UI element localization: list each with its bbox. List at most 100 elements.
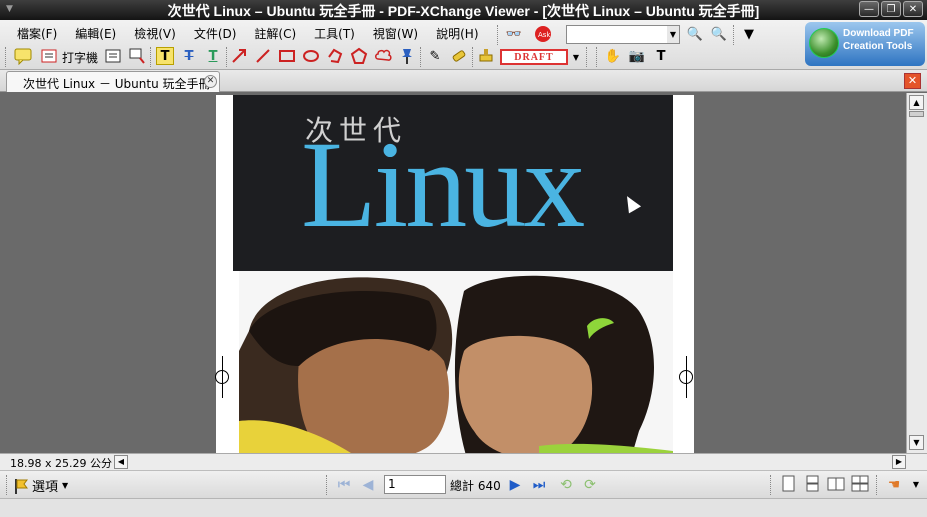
annotation-toolbar: 打字機 T T T ✎ ▼ ✋ 📷 T: [0, 45, 800, 69]
toolbar-grip[interactable]: [586, 47, 589, 67]
toolbar-grip[interactable]: [150, 47, 153, 67]
continuous-facing-icon[interactable]: [850, 475, 870, 495]
rectangle-tool-icon[interactable]: [278, 47, 296, 65]
line-tool-icon[interactable]: [254, 47, 272, 65]
crosshair-right-line: [686, 356, 687, 398]
crosshair-left-line: [222, 356, 223, 398]
bottom-status-strip: [0, 498, 927, 517]
globe-download-icon: [809, 28, 839, 58]
callout-icon[interactable]: [128, 47, 146, 65]
window-controls: — ❐ ✕: [859, 1, 923, 17]
select-text-icon[interactable]: T: [652, 47, 670, 65]
polygon-tool-icon[interactable]: [350, 47, 368, 65]
close-tab-icon[interactable]: ✕: [204, 75, 217, 88]
next-page-icon[interactable]: ▶: [505, 475, 525, 495]
facing-pages-icon[interactable]: [826, 475, 846, 495]
stamp-tool-icon[interactable]: [477, 47, 495, 65]
page-number-input[interactable]: 1: [384, 475, 446, 494]
close-document-button[interactable]: ✕: [904, 73, 921, 89]
options-button[interactable]: 選項 ▼: [14, 476, 68, 495]
document-tab-label: 次世代 Linux － Ubuntu 玩全手冊: [23, 77, 211, 91]
toolbar-grip[interactable]: [326, 475, 329, 495]
chevron-down-icon: ▼: [62, 481, 69, 490]
toolbar-grip[interactable]: [876, 475, 879, 495]
go-back-icon[interactable]: ⟲: [556, 475, 576, 495]
menu-document[interactable]: 文件(D): [185, 23, 246, 43]
navigation-toolbar: 選項 ▼ ⏮ ◀ 1 總計 640 ▶ ⏭ ⟲ ⟳ ☚ ▼: [0, 470, 927, 498]
minimize-button[interactable]: —: [859, 1, 879, 17]
menu-view[interactable]: 檢視(V): [125, 23, 185, 43]
sticky-note-icon[interactable]: [14, 47, 32, 65]
toolbar-grip[interactable]: [472, 47, 475, 67]
scroll-thumb[interactable]: [909, 111, 924, 117]
mouse-cursor-icon: [620, 192, 642, 214]
stamp-draft-selector[interactable]: DRAFT: [500, 49, 568, 65]
snapshot-icon[interactable]: 📷: [628, 47, 646, 65]
cover-header: 次世代 Linux: [233, 95, 673, 271]
menu-bar: 檔案(F) 編輯(E) 檢視(V) 文件(D) 註解(C) 工具(T) 視窗(W…: [8, 23, 488, 43]
eraser-icon[interactable]: [450, 47, 468, 65]
scroll-up-icon[interactable]: ▲: [909, 95, 924, 110]
scroll-down-icon[interactable]: ▼: [909, 435, 924, 450]
find-icon[interactable]: 👓: [505, 25, 523, 43]
toolbar-grip[interactable]: [6, 475, 9, 495]
toolbar-grip[interactable]: [226, 47, 229, 67]
oval-tool-icon[interactable]: [302, 47, 320, 65]
menu-window[interactable]: 視窗(W): [364, 23, 427, 43]
underline-text-icon[interactable]: T: [204, 47, 222, 65]
toolbar-grip[interactable]: [596, 47, 599, 67]
strikeout-text-icon[interactable]: T: [180, 47, 198, 65]
typewriter-label[interactable]: 打字機: [62, 47, 98, 67]
page-dimensions: 18.98 x 25.29 公分: [10, 457, 112, 470]
chevron-down-icon[interactable]: ▼: [570, 47, 582, 67]
chevron-down-icon[interactable]: ▼: [667, 26, 679, 43]
menu-edit[interactable]: 編輯(E): [66, 23, 125, 43]
flag-icon: [15, 478, 28, 494]
toolbar-grip[interactable]: [420, 47, 423, 67]
text-box-icon[interactable]: [104, 47, 122, 65]
scroll-right-icon[interactable]: ▶: [892, 455, 906, 469]
promo-line-2: Creation Tools: [843, 41, 913, 52]
search-combo[interactable]: ▼: [566, 25, 680, 44]
vertical-scrollbar[interactable]: ▲ ▼: [906, 93, 927, 453]
download-pdf-promo[interactable]: Download PDF Creation Tools: [805, 22, 925, 66]
pencil-tool-icon[interactable]: ✎: [426, 47, 444, 65]
options-label: 選項: [32, 480, 59, 495]
find-next-icon[interactable]: 🔍: [710, 25, 728, 43]
menu-comments[interactable]: 註解(C): [245, 23, 305, 43]
highlight-text-icon[interactable]: T: [156, 47, 174, 65]
filter-icon[interactable]: ▼: [740, 25, 758, 43]
document-tab[interactable]: 次世代 Linux － Ubuntu 玩全手冊 ✕: [6, 71, 220, 92]
find-previous-icon[interactable]: 🔍: [686, 25, 704, 43]
pdf-page[interactable]: 次世代 Linux: [216, 95, 694, 453]
toolbar-grip[interactable]: [5, 47, 8, 67]
toolbar-grip[interactable]: [497, 25, 500, 45]
continuous-page-icon[interactable]: [802, 475, 822, 495]
hand-tool-icon[interactable]: ✋: [604, 47, 622, 65]
chevron-down-icon[interactable]: ▼: [906, 475, 926, 495]
scroll-left-icon[interactable]: ◀: [114, 455, 128, 469]
document-viewport[interactable]: 次世代 Linux: [0, 93, 906, 453]
last-page-icon[interactable]: ⏭: [529, 475, 549, 495]
pin-icon[interactable]: [398, 47, 416, 65]
go-forward-icon[interactable]: ⟳: [580, 475, 600, 495]
typewriter-icon[interactable]: [40, 47, 58, 65]
first-page-icon[interactable]: ⏮: [334, 475, 354, 495]
polygon-line-tool-icon[interactable]: [326, 47, 344, 65]
arrow-tool-icon[interactable]: [230, 47, 248, 65]
cover-title: Linux: [301, 116, 585, 253]
previous-page-icon[interactable]: ◀: [358, 475, 378, 495]
toolbar-grip[interactable]: [770, 475, 773, 495]
toolbar-grip[interactable]: [733, 25, 736, 45]
svg-text:Ask: Ask: [538, 31, 551, 39]
window-title: 次世代 Linux – Ubuntu 玩全手冊 - PDF-XChange Vi…: [167, 3, 760, 19]
close-window-button[interactable]: ✕: [903, 1, 923, 17]
hand-rotate-icon[interactable]: ☚: [884, 475, 904, 495]
menu-help[interactable]: 說明(H): [427, 23, 487, 43]
menu-tools[interactable]: 工具(T): [305, 23, 364, 43]
ask-search-icon[interactable]: Ask: [534, 25, 552, 43]
single-page-icon[interactable]: [778, 475, 798, 495]
menu-file[interactable]: 檔案(F): [8, 23, 66, 43]
restore-button[interactable]: ❐: [881, 1, 901, 17]
cloud-tool-icon[interactable]: [374, 47, 392, 65]
